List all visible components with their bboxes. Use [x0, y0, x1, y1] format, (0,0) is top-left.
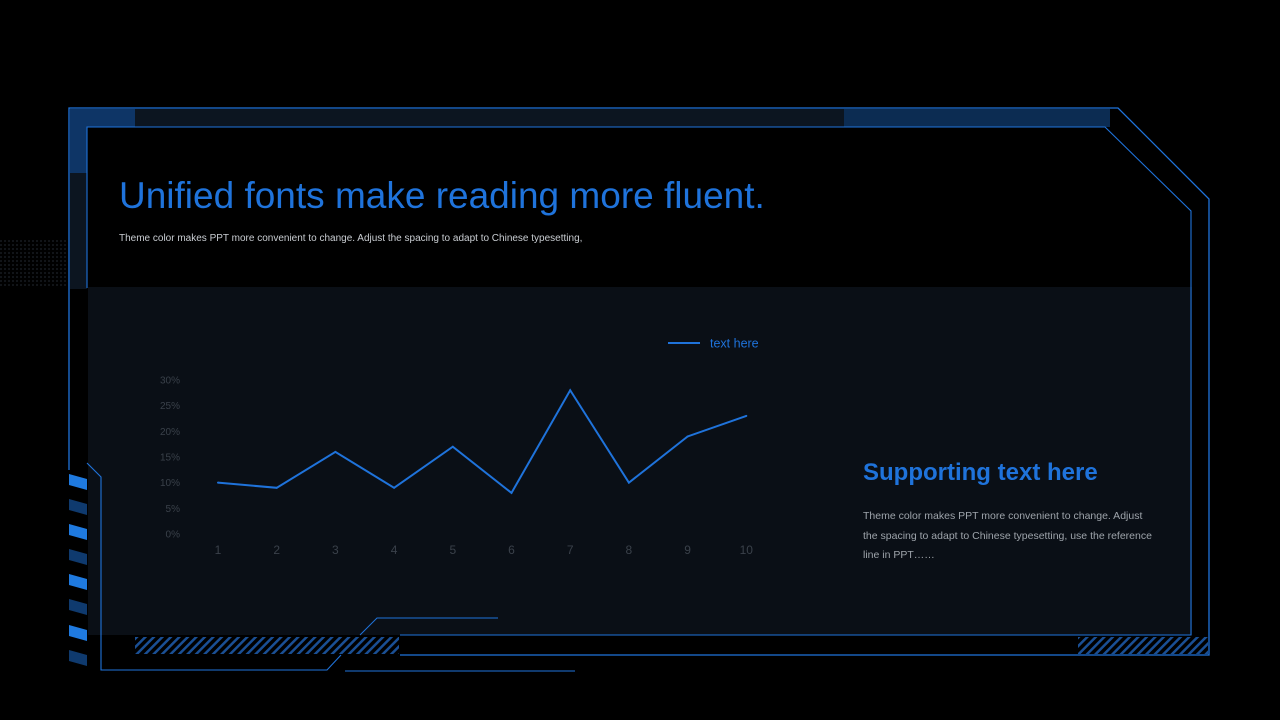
y-tick-label: 15% [160, 453, 180, 464]
x-tick-label: 2 [273, 543, 280, 557]
data-point [217, 481, 219, 484]
supporting-title: Supporting text here [863, 459, 1098, 486]
data-point [510, 491, 513, 494]
legend-label: text here [710, 337, 759, 351]
y-tick-label: 5% [166, 504, 181, 515]
series-line [217, 388, 747, 495]
data-point [686, 435, 689, 438]
x-tick-label: 8 [626, 543, 633, 557]
x-tick-label: 10 [740, 543, 754, 557]
y-tick-label: 20% [160, 427, 180, 438]
data-point [569, 389, 572, 392]
data-point [393, 486, 396, 489]
data-point [334, 450, 337, 453]
x-tick-label: 3 [332, 543, 339, 557]
y-tick-label: 0% [166, 530, 181, 541]
x-tick-label: 9 [684, 543, 691, 557]
x-tick-label: 4 [391, 543, 398, 557]
data-point [451, 445, 454, 448]
line-chart: 0% 5% 10% 15% 20% 25% 30% 1 2 3 4 5 6 7 8 9 10 text here [160, 337, 759, 558]
y-tick-label: 10% [160, 478, 180, 489]
data-point [745, 414, 748, 417]
supporting-body: Theme color makes PPT more convenient to… [863, 510, 1152, 561]
y-tick-label: 25% [160, 401, 180, 412]
x-tick-label: 6 [508, 543, 515, 557]
data-point [627, 481, 630, 484]
data-point [275, 486, 278, 489]
x-tick-label: 1 [215, 543, 222, 557]
x-tick-label: 5 [449, 543, 456, 557]
y-tick-label: 30% [160, 376, 180, 387]
x-tick-label: 7 [567, 543, 574, 557]
